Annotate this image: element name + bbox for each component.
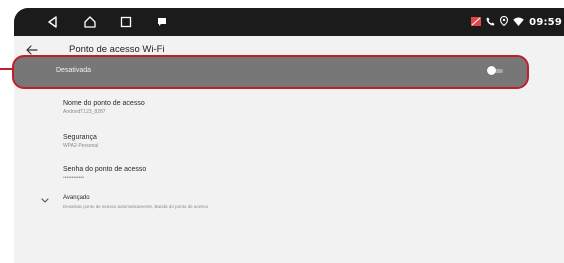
signal-icon xyxy=(471,13,482,31)
hotspot-switch[interactable] xyxy=(487,66,503,75)
status-icons: 09:59 xyxy=(471,13,562,31)
hotspot-password-setting[interactable]: Senha do ponto de acesso •••••••••••• xyxy=(63,165,146,182)
device-screen: 09:59 Ponto de acesso Wi-Fi Nome do pont… xyxy=(14,8,564,263)
hotspot-name-title: Nome do ponto de acesso xyxy=(63,100,145,107)
security-setting[interactable]: Segurança WPA2-Personal xyxy=(63,133,98,150)
page-title: Ponto de acesso Wi-Fi xyxy=(69,44,165,55)
switch-thumb xyxy=(487,66,496,75)
wifi-icon xyxy=(513,13,524,31)
nav-back-icon[interactable] xyxy=(44,14,62,30)
advanced-summary: Desativar ponto de acesso automaticament… xyxy=(63,204,209,209)
location-icon xyxy=(500,13,509,31)
message-icon xyxy=(153,14,171,30)
hotspot-password-title: Senha do ponto de acesso xyxy=(63,166,147,173)
system-bar: 09:59 xyxy=(14,8,564,36)
advanced-setting[interactable]: Avançado Desativar ponto de acesso autom… xyxy=(63,194,208,211)
security-title: Segurança xyxy=(63,134,97,141)
security-value: WPA2-Personal xyxy=(63,143,99,149)
nav-recent-apps-icon[interactable] xyxy=(117,14,135,30)
chevron-down-icon[interactable] xyxy=(38,193,52,207)
advanced-title: Avançado xyxy=(63,195,90,201)
hotspot-name-setting[interactable]: Nome do ponto de acesso AndroidT123_8287 xyxy=(63,99,145,116)
nav-home-icon[interactable] xyxy=(81,14,99,30)
status-time: 09:59 xyxy=(529,16,562,28)
phone-icon xyxy=(486,13,495,31)
hotspot-name-value: AndroidT123_8287 xyxy=(63,109,106,115)
hotspot-password-value: •••••••••••• xyxy=(63,175,85,181)
hotspot-toggle-row[interactable]: Desativada xyxy=(12,55,529,89)
hotspot-toggle-label: Desativada xyxy=(56,67,92,74)
